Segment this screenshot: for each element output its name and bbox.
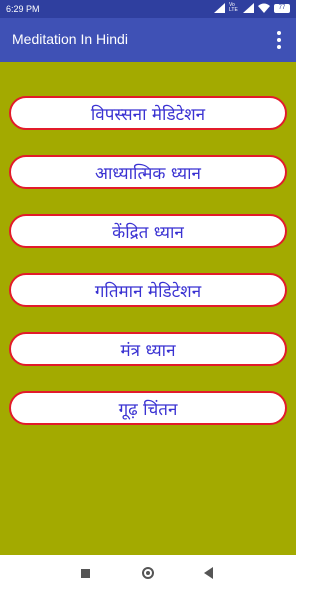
menu-list: विपस्सना मेडिटेशन आध्यात्मिक ध्यान केंद्… — [0, 62, 296, 555]
status-icons: Vo LTE 77 — [214, 3, 290, 13]
status-time: 6:29 PM — [6, 4, 40, 14]
menu-item-mantra[interactable]: मंत्र ध्यान — [9, 332, 287, 366]
battery-icon: 77 — [274, 3, 290, 13]
recents-icon[interactable] — [81, 569, 90, 578]
app-title: Meditation In Hindi — [12, 31, 128, 47]
menu-item-deep-contemplation[interactable]: गूढ़ चिंतन — [9, 391, 287, 425]
wifi-icon — [258, 3, 270, 13]
back-icon[interactable] — [204, 567, 213, 579]
network-label: Vo LTE — [229, 2, 238, 13]
menu-item-moving[interactable]: गतिमान मेडिटेशन — [9, 273, 287, 307]
navigation-bar — [0, 555, 296, 592]
menu-item-focused[interactable]: केंद्रित ध्यान — [9, 214, 287, 248]
menu-item-spiritual[interactable]: आध्यात्मिक ध्यान — [9, 155, 287, 189]
signal-icon-2 — [243, 3, 254, 13]
menu-item-vipassana[interactable]: विपस्सना मेडिटेशन — [9, 96, 287, 130]
status-bar: 6:29 PM Vo LTE 77 — [0, 0, 296, 18]
battery-level: 77 — [275, 4, 289, 12]
overflow-menu-icon[interactable] — [276, 31, 282, 49]
app-bar: Meditation In Hindi — [0, 18, 296, 62]
home-icon[interactable] — [142, 567, 154, 579]
signal-icon — [214, 3, 225, 13]
